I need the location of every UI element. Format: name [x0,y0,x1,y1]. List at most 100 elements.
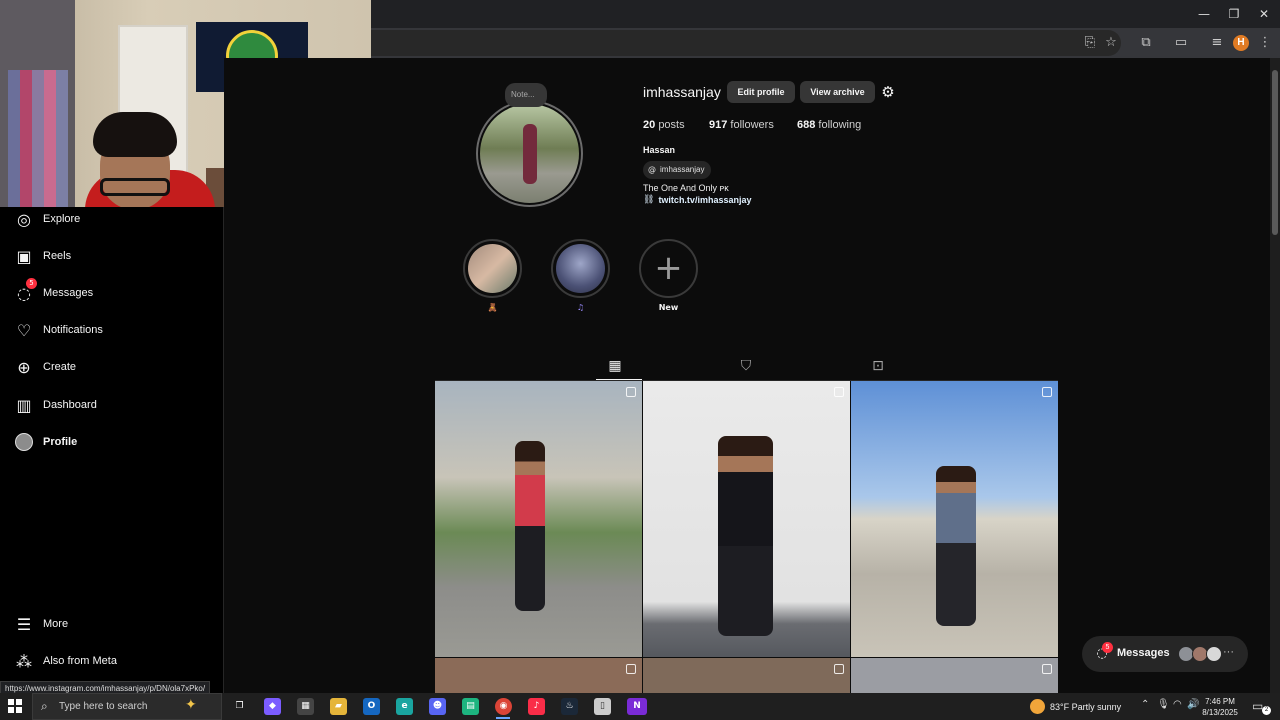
edit-profile-button[interactable]: Edit profile [727,81,795,103]
edge-icon[interactable]: e [396,698,413,715]
post-tile[interactable] [435,658,642,693]
sidebar-item-explore[interactable]: ◎ Explore [14,207,80,231]
microphone-icon[interactable]: 🎙 [1157,699,1170,710]
threads-badge[interactable]: @ imhassanjay [643,161,712,179]
task-view-icon[interactable]: ❐ [231,698,248,715]
browser-titlebar: — ❐ ✕ [371,0,1280,28]
split-tab-icon[interactable]: ▭ [1172,34,1190,52]
sidebar-item-also-from-meta[interactable]: ⁂ Also from Meta [14,649,117,673]
highlight-2[interactable] [551,239,610,298]
steam-icon[interactable]: ♨ [561,698,578,715]
view-archive-button[interactable]: View archive [800,81,875,103]
messages-pill-badge: 5 [1102,642,1113,653]
store-icon[interactable]: ▦ [297,698,314,715]
windows-start-icon[interactable] [8,699,22,713]
copilot-icon[interactable]: ◆ [264,698,281,715]
scroll-thumb[interactable] [1272,70,1278,235]
new-highlight-button[interactable]: + [639,239,698,298]
restore-button[interactable]: ❐ [1219,4,1249,24]
highlight-1[interactable] [463,239,522,298]
minimize-button[interactable]: — [1189,4,1219,24]
extensions-icon[interactable]: ⧉ [1137,34,1155,52]
sidebar-item-label: Create [43,361,77,373]
new-highlight-label: New [658,303,679,312]
weather-text: 83°F Partly sunny [1050,701,1122,712]
tray-chevron-icon[interactable]: ⌃ [1141,699,1149,710]
weather-widget[interactable]: 83°F Partly sunny [1030,699,1121,714]
post-tile[interactable] [643,381,850,657]
bookmark-icon[interactable]: ⛉ [737,357,755,375]
windows-taskbar: ⌕ Type here to search ✦ ❐ ◆ ▦ ▰ O e ☻ ▤ … [0,693,1280,720]
chrome-icon[interactable]: ◉ [495,698,512,715]
threads-handle: imhassanjay [660,165,705,174]
star-icon[interactable]: ☆ [1102,34,1120,52]
sidebar-item-label: Explore [43,213,81,225]
sidebar-item-dashboard[interactable]: ▥ Dashboard [14,393,96,417]
sparkle-icon: ✦ [185,697,197,713]
carousel-icon [834,664,844,674]
discord-icon[interactable]: ☻ [429,698,446,715]
nzxt-icon[interactable]: N [627,698,647,715]
carousel-icon [626,387,636,397]
sidebar-item-label: Messages [43,287,94,299]
followers-count[interactable]: 917 followers [709,119,774,131]
messages-floating-button[interactable]: ◌ 5 Messages ··· [1082,636,1248,672]
sidebar-item-profile[interactable]: Profile [14,430,77,454]
media-icon[interactable]: ≡ [1208,34,1226,52]
post-figure [718,436,773,636]
notepad-icon[interactable]: ▯ [594,698,611,715]
sidebar-item-reels[interactable]: ▣ Reels [14,244,71,268]
tagged-icon[interactable]: ⊡ [869,357,887,375]
app-green-icon[interactable]: ▤ [462,698,479,715]
sidebar-item-more[interactable]: ☰ More [14,612,68,636]
messages-badge: 5 [26,278,37,289]
sidebar-item-label: Notifications [43,324,103,336]
clock-time: 7:46 PM [1205,697,1235,706]
gear-icon[interactable]: ⚙ [879,83,897,101]
sidebar-item-create[interactable]: ⊕ Create [14,355,76,379]
volume-icon[interactable]: 🔊 [1187,699,1199,710]
sidebar-item-notifications[interactable]: ♡ Notifications [14,318,103,342]
sidebar-item-messages[interactable]: ◌ 5 Messages [14,278,94,305]
taskbar-clock[interactable]: 7:46 PM 8/13/2025 [1200,696,1240,718]
post-tile[interactable] [851,381,1058,657]
active-app-indicator [496,717,510,719]
address-bar[interactable] [371,30,1121,56]
highlight-cover [556,244,605,293]
webcam-clothes [8,70,68,207]
following-count[interactable]: 688 following [797,119,861,131]
profile-link[interactable]: ⛓ twitch.tv/imhassanjay [643,195,751,205]
carousel-icon [1042,664,1052,674]
search-placeholder: Type here to search [59,701,148,712]
grid-icon[interactable]: ▦ [606,357,624,375]
note-bubble[interactable]: Note... [505,83,547,107]
posts-count: 20 posts [643,119,685,131]
heart-icon: ♡ [16,320,32,340]
more-icon: ··· [1223,646,1234,658]
highlight-1-label: 🧸 [487,303,498,312]
carousel-icon [1042,387,1052,397]
profile-bio: The One And Only ᴘᴋ [643,183,729,193]
browser-menu-icon[interactable]: ⋮ [1256,34,1274,52]
plus-square-icon: ⊕ [17,357,31,377]
profile-link-text: twitch.tv/imhassanjay [658,195,752,205]
post-tile[interactable] [435,381,642,657]
browser-profile-avatar[interactable]: H [1233,35,1249,51]
install-app-icon[interactable]: ⎘ [1081,34,1099,52]
page-scrollbar[interactable] [1270,58,1280,693]
sidebar-item-label: Profile [43,436,78,448]
compass-icon: ◎ [17,209,31,229]
following-count-value: 688 [797,119,816,131]
post-tile[interactable] [851,658,1058,693]
post-tile[interactable] [643,658,850,693]
profile-picture[interactable] [480,104,579,203]
wifi-icon[interactable]: ◠ [1173,699,1182,710]
sidebar-item-label: Reels [43,250,72,262]
file-explorer-icon[interactable]: ▰ [330,698,347,715]
threads-icon: @ [648,165,656,174]
outlook-icon[interactable]: O [363,698,380,715]
sidebar-item-label: More [43,618,69,630]
close-button[interactable]: ✕ [1249,4,1279,24]
taskbar-search-input[interactable]: ⌕ Type here to search ✦ [32,693,222,720]
music-icon[interactable]: ♪ [528,698,545,715]
